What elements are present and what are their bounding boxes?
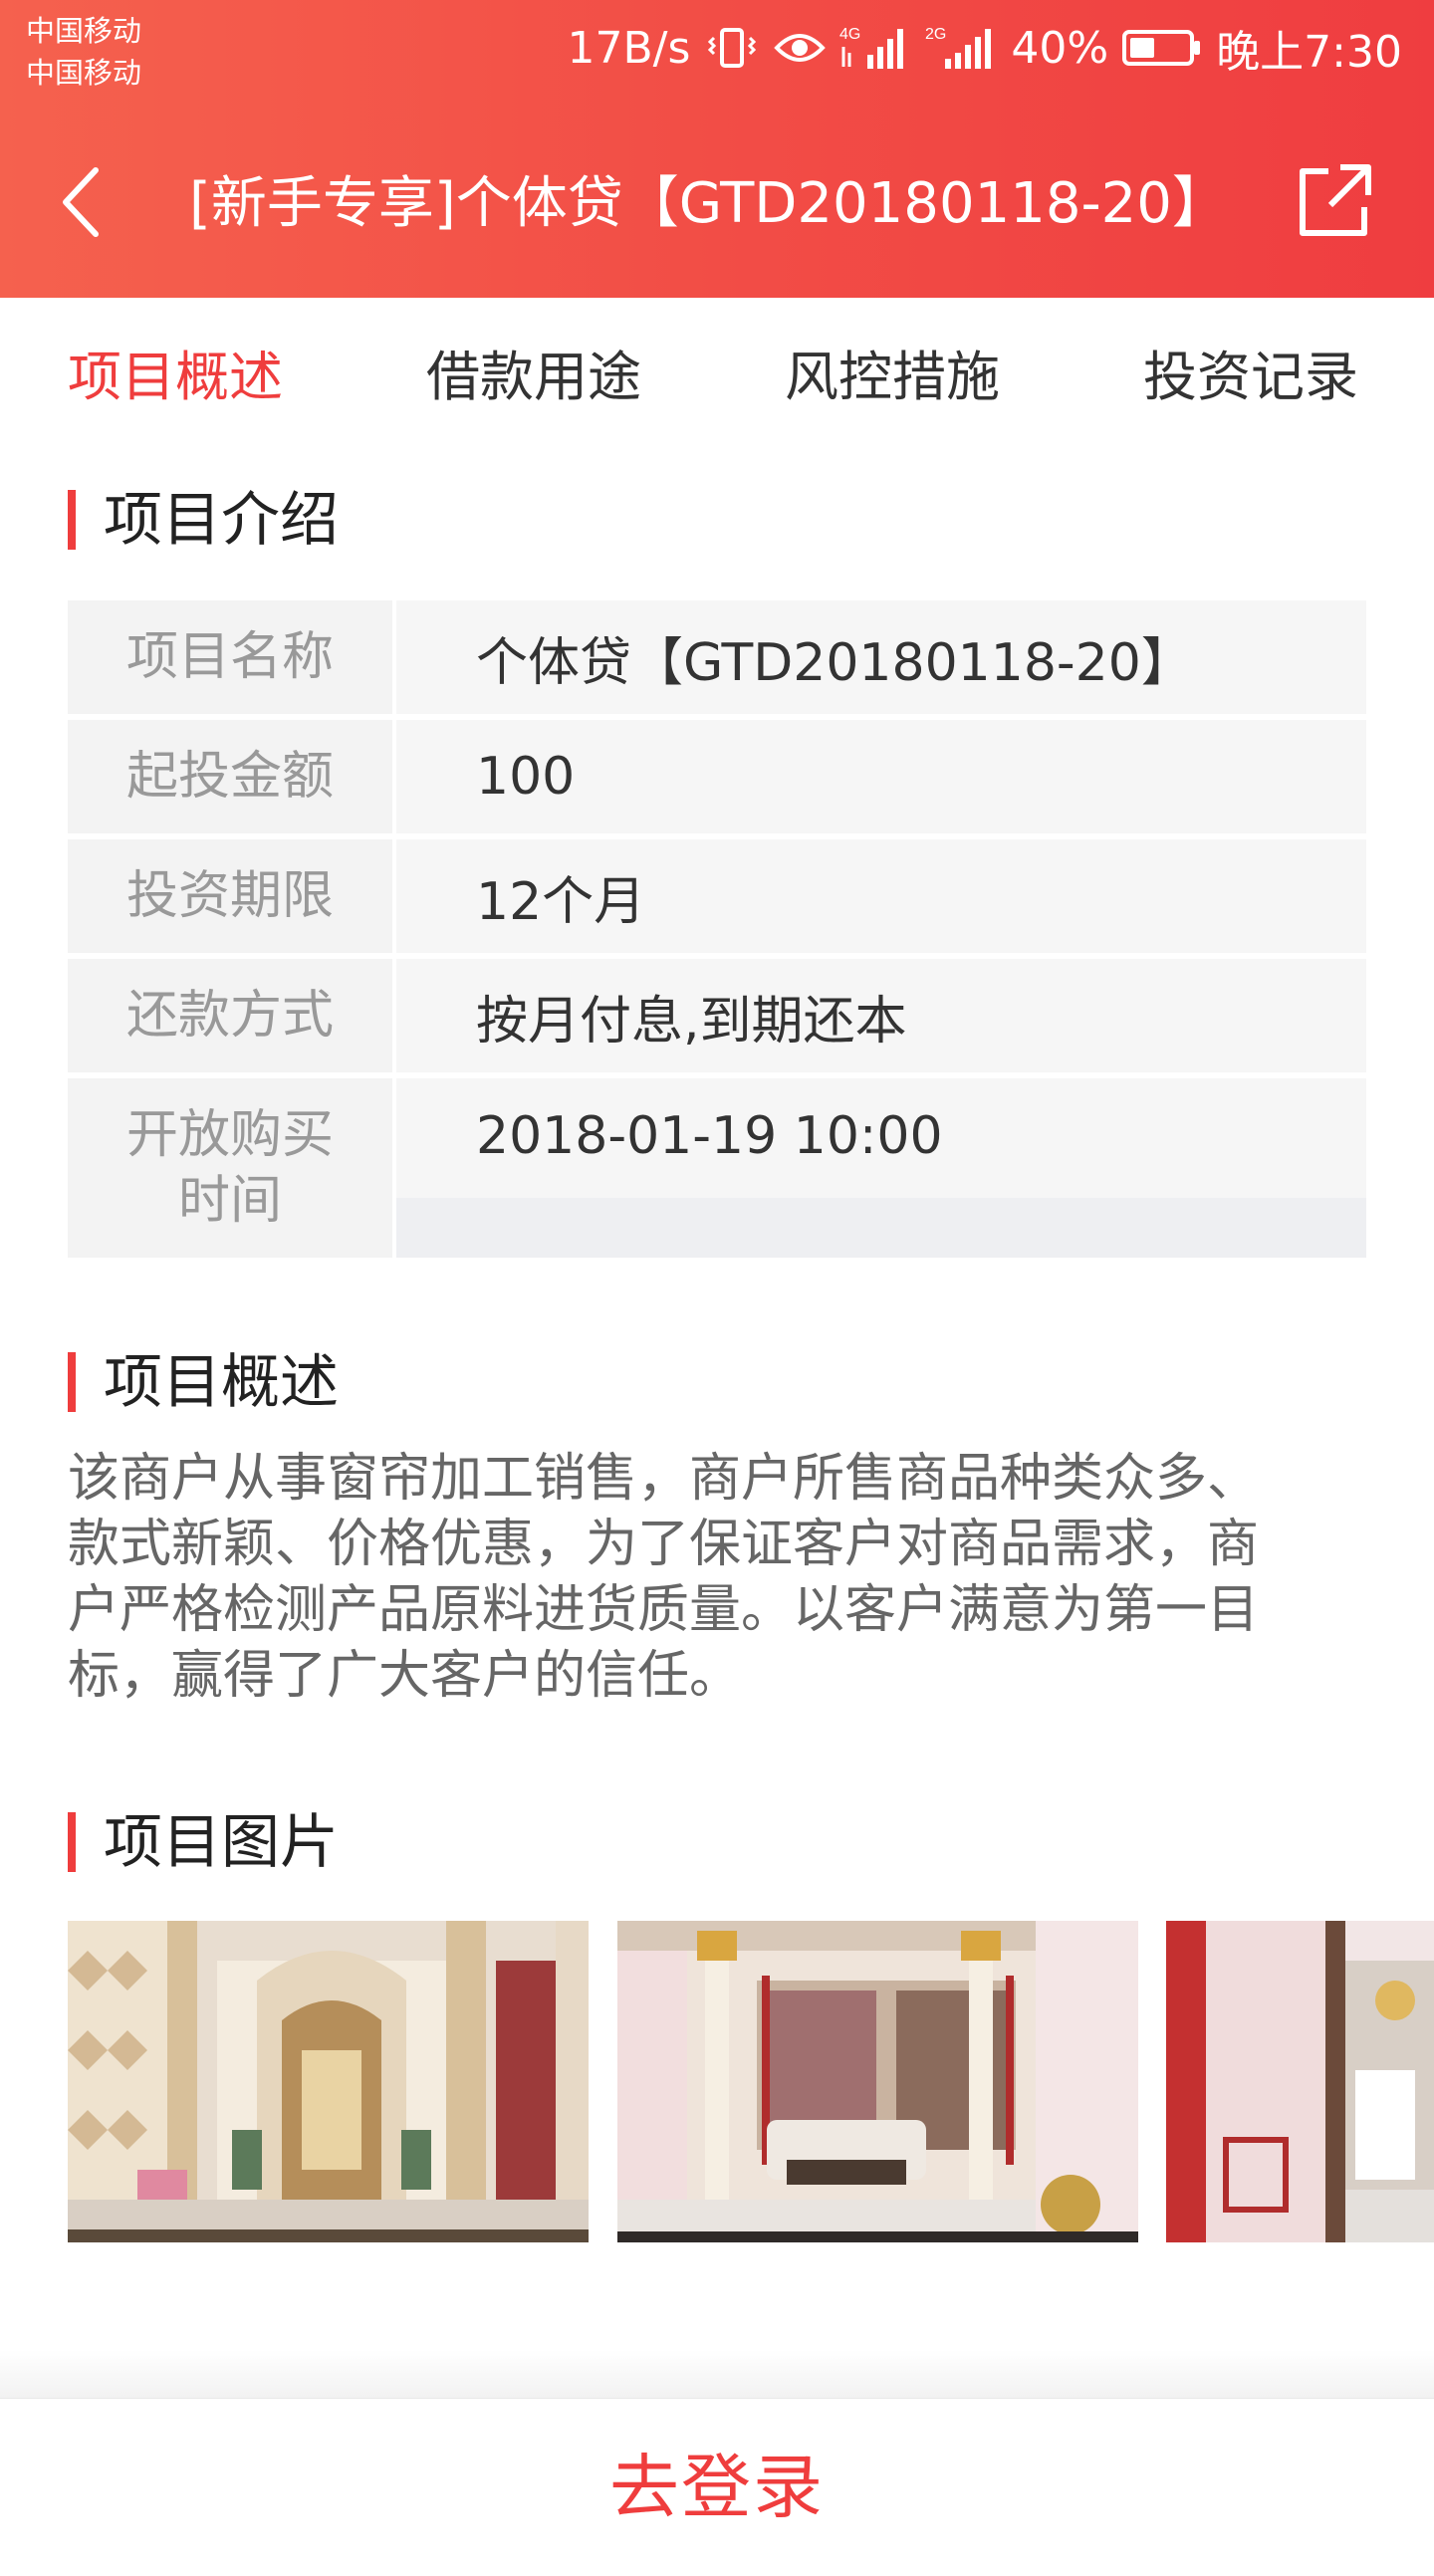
row-value: 个体贷【GTD20180118-20】 bbox=[396, 600, 1366, 714]
row-label: 项目名称 bbox=[68, 600, 392, 714]
description-line: 标，赢得了广大客户的信任。 bbox=[68, 1646, 742, 1706]
back-button[interactable] bbox=[50, 157, 110, 247]
header: 中国移动 中国移动 17B/s 4G 2G 40% 晚上7:30 [新手专享]个… bbox=[0, 0, 1434, 298]
table-row: 开放购买时间 2018-01-19 10:00 bbox=[68, 1078, 1366, 1258]
row-value-filler bbox=[396, 1198, 1366, 1258]
network-speed: 17B/s bbox=[567, 22, 691, 74]
table-row: 投资期限 12个月 bbox=[68, 839, 1366, 953]
chevron-left-icon bbox=[63, 167, 99, 237]
row-value: 12个月 bbox=[396, 839, 1366, 953]
section-accent-bar bbox=[68, 1812, 76, 1872]
share-button[interactable] bbox=[1295, 161, 1374, 241]
overview-section-title: 项目概述 bbox=[68, 1344, 339, 1420]
photo-3-image bbox=[1166, 1921, 1434, 2242]
photos-section-title: 项目图片 bbox=[68, 1804, 339, 1880]
signal-2g-icon: 2G bbox=[925, 23, 997, 73]
tab-risk-control[interactable]: 风控措施 bbox=[785, 338, 1000, 417]
project-photo[interactable] bbox=[1166, 1921, 1434, 2242]
photo-strip[interactable] bbox=[68, 1921, 1434, 2242]
photo-1-image bbox=[68, 1921, 589, 2242]
row-label: 开放购买时间 bbox=[68, 1078, 392, 1258]
signal-4g-icon: 4G bbox=[839, 23, 911, 73]
row-value: 按月付息,到期还本 bbox=[396, 959, 1366, 1072]
row-label: 起投金额 bbox=[68, 720, 392, 833]
tab-overview[interactable]: 项目概述 bbox=[68, 338, 283, 417]
project-photo[interactable] bbox=[68, 1921, 589, 2242]
photo-2-image bbox=[617, 1921, 1138, 2242]
bottom-shadow bbox=[0, 2350, 1434, 2398]
clock-time: 晚上7:30 bbox=[1216, 27, 1402, 78]
status-indicators: 17B/s 4G 2G 40% 晚上7:30 bbox=[567, 18, 1402, 79]
battery-percent: 40% bbox=[1011, 22, 1109, 74]
project-photo[interactable] bbox=[617, 1921, 1138, 2242]
section-accent-bar bbox=[68, 1352, 76, 1412]
carrier-1: 中国移动 bbox=[26, 14, 142, 48]
row-value: 100 bbox=[396, 720, 1366, 833]
project-description: 该商户从事窗帘加工销售，商户所售商品种类众多、 款式新颖、价格优惠，为了保证客户… bbox=[68, 1446, 1372, 1709]
row-label: 投资期限 bbox=[68, 839, 392, 953]
battery-icon bbox=[1122, 28, 1202, 68]
bottom-bar: 去登录 bbox=[0, 2398, 1434, 2576]
eye-icon bbox=[774, 28, 827, 68]
tab-bar: 项目概述 借款用途 风控措施 投资记录 bbox=[0, 298, 1434, 457]
login-button[interactable]: 去登录 bbox=[609, 2438, 825, 2537]
description-line: 户严格检测产品原料进货质量。以客户满意为第一目 bbox=[68, 1580, 1260, 1640]
carrier-2: 中国移动 bbox=[26, 56, 142, 90]
table-row: 还款方式 按月付息,到期还本 bbox=[68, 959, 1366, 1072]
table-row: 项目名称 个体贷【GTD20180118-20】 bbox=[68, 600, 1366, 714]
intro-section-title: 项目介绍 bbox=[68, 482, 339, 558]
signal-2g-text: 2G bbox=[925, 26, 946, 43]
vibrate-icon bbox=[704, 24, 760, 72]
overview-title: 项目概述 bbox=[104, 1347, 340, 1416]
tab-loan-purpose[interactable]: 借款用途 bbox=[426, 338, 641, 417]
photos-title: 项目图片 bbox=[104, 1807, 340, 1876]
share-external-icon bbox=[1300, 164, 1371, 236]
tab-investment-records[interactable]: 投资记录 bbox=[1143, 338, 1358, 417]
info-table: 项目名称 个体贷【GTD20180118-20】 起投金额 100 投资期限 1… bbox=[68, 600, 1366, 1258]
row-value: 2018-01-19 10:00 bbox=[396, 1078, 1366, 1198]
page-title: [新手专享]个体贷【GTD20180118-20】 bbox=[189, 171, 1228, 236]
section-accent-bar bbox=[68, 490, 76, 550]
description-line: 该商户从事窗帘加工销售，商户所售商品种类众多、 bbox=[68, 1449, 1260, 1509]
row-label: 还款方式 bbox=[68, 959, 392, 1072]
status-carriers: 中国移动 中国移动 bbox=[26, 10, 141, 94]
table-row: 起投金额 100 bbox=[68, 720, 1366, 833]
description-line: 款式新颖、价格优惠，为了保证客户对商品需求，商 bbox=[68, 1515, 1260, 1574]
intro-title: 项目介绍 bbox=[104, 485, 340, 554]
page: 中国移动 中国移动 17B/s 4G 2G 40% 晚上7:30 [新手专享]个… bbox=[0, 0, 1434, 2576]
signal-4g-text: 4G bbox=[839, 26, 860, 43]
